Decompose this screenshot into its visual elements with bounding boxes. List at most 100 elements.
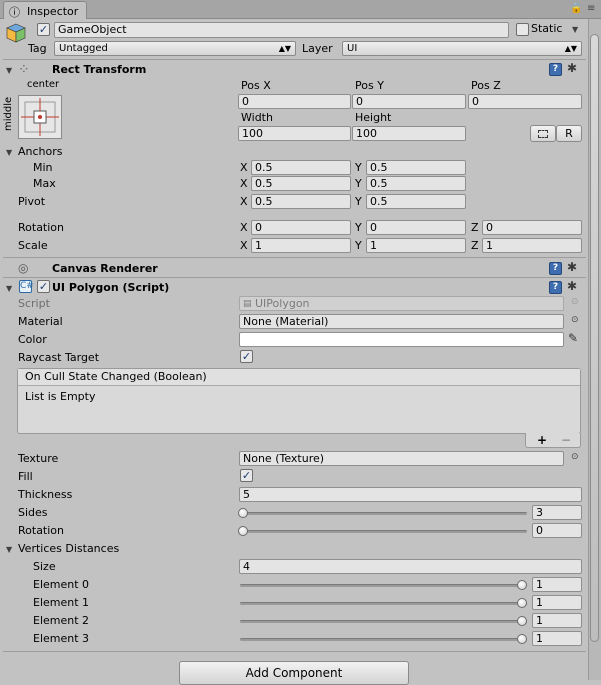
remove-listener-button[interactable]: − <box>561 433 571 447</box>
event-empty-label: List is Empty <box>25 390 96 403</box>
foldout-anchors-icon[interactable]: ▼ <box>6 148 12 157</box>
pos-x-field[interactable]: 0 <box>238 94 351 109</box>
rotation-x-field[interactable]: 0 <box>251 220 351 235</box>
pivot-y-field[interactable]: 0.5 <box>366 194 466 209</box>
element-slider-track[interactable] <box>240 584 527 587</box>
anchor-preset-icon <box>21 98 59 136</box>
name-field[interactable]: GameObject <box>54 22 509 38</box>
eyedropper-icon[interactable]: ✎ <box>568 331 578 345</box>
rotation-z-field[interactable]: 0 <box>482 220 582 235</box>
color-swatch[interactable] <box>239 332 564 347</box>
static-dropdown-icon[interactable]: ▼ <box>572 25 578 34</box>
foldout-rect-transform-icon[interactable]: ▼ <box>6 66 12 75</box>
help-icon[interactable]: ? <box>549 281 562 294</box>
rotation-x-label: X <box>240 221 248 234</box>
script-value: UIPolygon <box>255 297 310 310</box>
script-icon: C# <box>19 280 34 293</box>
size-field[interactable]: 4 <box>239 559 582 574</box>
object-picker-icon: ⊙ <box>571 297 579 307</box>
anchor-min-y-field[interactable]: 0.5 <box>366 160 466 175</box>
max-label: Max <box>33 177 56 190</box>
element-label: Element 1 <box>33 596 90 609</box>
static-label: Static <box>531 22 563 35</box>
rotation-slider-knob[interactable] <box>238 526 248 536</box>
layer-label: Layer <box>302 42 333 55</box>
foldout-ui-polygon-icon[interactable]: ▼ <box>6 284 12 293</box>
blueprint-mode-button[interactable] <box>530 125 556 142</box>
add-component-button[interactable]: Add Component <box>179 661 409 685</box>
fill-checkbox[interactable]: ✓ <box>240 469 253 482</box>
anchor-preset-button[interactable] <box>18 95 62 139</box>
gameobject-cube-icon <box>5 22 27 44</box>
divider <box>3 59 586 60</box>
active-checkbox[interactable]: ✓ <box>37 23 50 36</box>
tab-inspector[interactable]: ⓘ Inspector <box>3 1 87 19</box>
element-slider-track[interactable] <box>240 638 527 641</box>
rotation-y-field[interactable]: 0 <box>366 220 466 235</box>
raw-edit-button[interactable]: R <box>556 125 582 142</box>
sides-slider-knob[interactable] <box>238 508 248 518</box>
inspector-icon: ⓘ <box>9 6 20 19</box>
divider <box>3 651 586 652</box>
script-file-icon: ▤ <box>243 299 252 309</box>
min-y-label: Y <box>355 161 362 174</box>
pos-y-field[interactable]: 0 <box>352 94 466 109</box>
raycast-target-checkbox[interactable]: ✓ <box>240 350 253 363</box>
scale-x-field[interactable]: 1 <box>251 238 351 253</box>
anchor-min-x-field[interactable]: 0.5 <box>251 160 351 175</box>
height-field[interactable]: 100 <box>352 126 466 141</box>
width-field[interactable]: 100 <box>238 126 351 141</box>
element-slider-knob[interactable] <box>517 598 527 608</box>
element-slider-knob[interactable] <box>517 616 527 626</box>
layer-value: UI <box>347 43 358 54</box>
scale-y-label: Y <box>355 239 362 252</box>
element-value-field[interactable]: 1 <box>532 613 582 628</box>
material-field[interactable]: None (Material) <box>239 314 564 329</box>
add-listener-button[interactable]: + <box>537 433 547 447</box>
menu-icon[interactable]: ≡ <box>587 3 595 14</box>
static-checkbox[interactable]: ✓ <box>516 23 529 36</box>
rotation-y-label: Y <box>355 221 362 234</box>
ui-polygon-enabled-checkbox[interactable]: ✓ <box>37 280 50 293</box>
element-slider-track[interactable] <box>240 602 527 605</box>
gear-icon[interactable]: ✱ <box>567 261 577 273</box>
tag-dropdown[interactable]: Untagged ▲▼ <box>54 41 296 56</box>
texture-field[interactable]: None (Texture) <box>239 451 564 466</box>
object-picker-icon[interactable]: ⊙ <box>571 452 579 462</box>
rotation-label: Rotation <box>18 221 65 234</box>
scrollbar-thumb[interactable] <box>590 34 599 642</box>
anchor-preset-h-label: center <box>27 79 60 90</box>
foldout-vertices-icon[interactable]: ▼ <box>6 545 12 554</box>
pos-z-field[interactable]: 0 <box>468 94 582 109</box>
lock-icon[interactable]: 🔒 <box>570 3 582 14</box>
rotation-slider-track[interactable] <box>240 530 527 533</box>
scale-z-label: Z <box>471 239 479 252</box>
scale-y-field[interactable]: 1 <box>366 238 466 253</box>
element-slider-knob[interactable] <box>517 580 527 590</box>
element-label: Element 3 <box>33 632 90 645</box>
element-slider-knob[interactable] <box>517 634 527 644</box>
element-value-field[interactable]: 1 <box>532 595 582 610</box>
gear-icon[interactable]: ✱ <box>567 280 577 292</box>
element-value-field[interactable]: 1 <box>532 577 582 592</box>
element-slider-track[interactable] <box>240 620 527 623</box>
pivot-x-field[interactable]: 0.5 <box>251 194 351 209</box>
min-x-label: X <box>240 161 248 174</box>
scale-z-field[interactable]: 1 <box>482 238 582 253</box>
sides-slider-track[interactable] <box>240 512 527 515</box>
object-picker-icon[interactable]: ⊙ <box>571 315 579 325</box>
help-icon[interactable]: ? <box>549 63 562 76</box>
help-icon[interactable]: ? <box>549 262 562 275</box>
element-value-field[interactable]: 1 <box>532 631 582 646</box>
script-field: ▤ UIPolygon <box>239 296 564 311</box>
thickness-field[interactable]: 5 <box>239 487 582 502</box>
polygon-rotation-field[interactable]: 0 <box>532 523 582 538</box>
gear-icon[interactable]: ✱ <box>567 62 577 74</box>
divider <box>3 277 586 278</box>
layer-dropdown[interactable]: UI ▲▼ <box>342 41 582 56</box>
anchor-max-y-field[interactable]: 0.5 <box>366 176 466 191</box>
sides-field[interactable]: 3 <box>532 505 582 520</box>
anchor-max-x-field[interactable]: 0.5 <box>251 176 351 191</box>
texture-label: Texture <box>18 452 59 465</box>
height-label: Height <box>355 111 392 124</box>
